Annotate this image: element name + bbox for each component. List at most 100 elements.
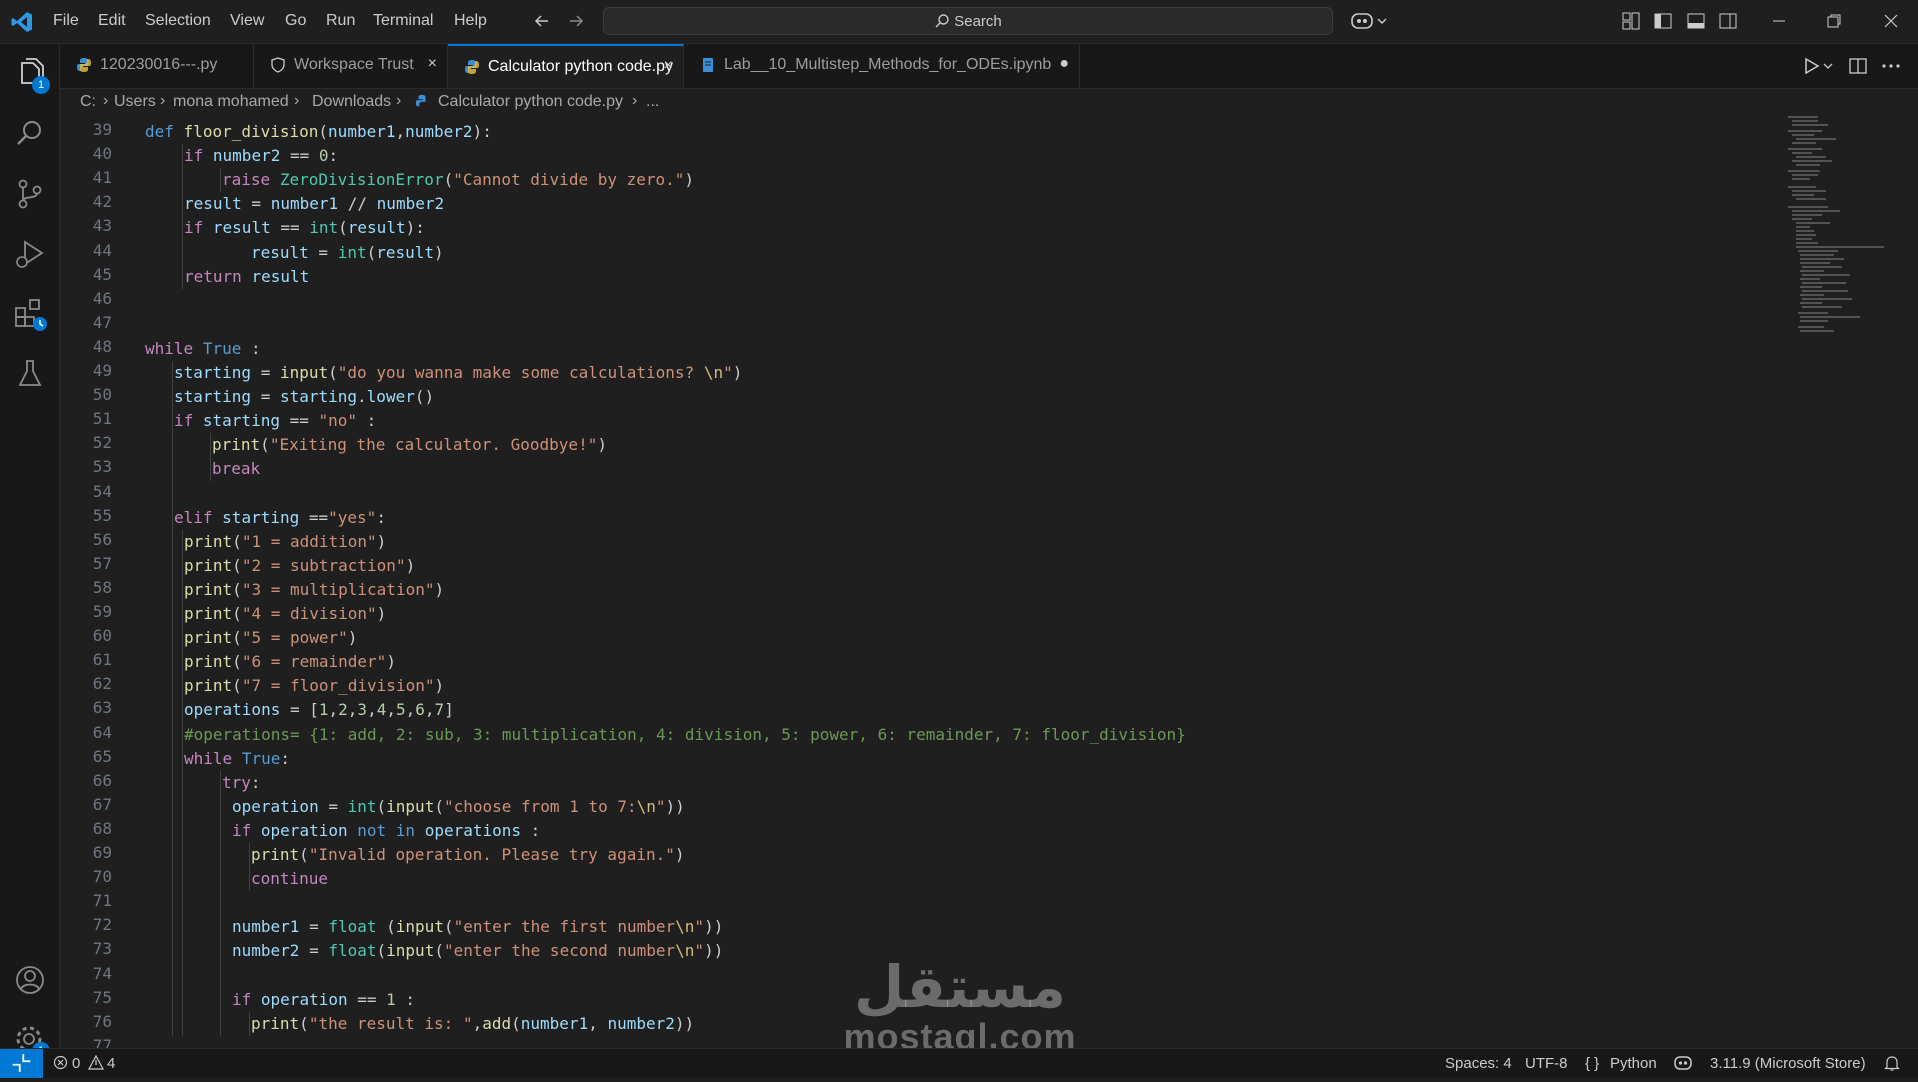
line-number: 56 (92, 530, 112, 549)
code-line[interactable]: result = int(result) (251, 241, 444, 265)
code-line[interactable]: #operations= {1: add, 2: sub, 3: multipl… (184, 723, 1186, 747)
code-line[interactable]: print("2 = subtraction") (184, 554, 415, 578)
code-line[interactable]: if operation not in operations : (232, 819, 540, 843)
copilot-icon[interactable] (1350, 10, 1390, 32)
breadcrumb-users[interactable]: Users (114, 93, 156, 111)
notebook-icon (700, 57, 716, 73)
code-line[interactable]: elif starting =="yes": (174, 506, 386, 530)
menu-view[interactable]: View (230, 12, 264, 30)
minimap[interactable] (1788, 116, 1906, 336)
code-line[interactable]: print("6 = remainder") (184, 650, 396, 674)
line-number: 68 (92, 819, 112, 838)
warnings-count[interactable]: 4 (107, 1055, 115, 1072)
run-debug-icon[interactable] (12, 236, 48, 272)
code-line[interactable]: while True: (184, 747, 290, 771)
code-line[interactable]: print("3 = multiplication") (184, 578, 444, 602)
breadcrumb-file[interactable]: Calculator python code.py (438, 93, 623, 111)
toggle-panel-icon[interactable] (1687, 12, 1705, 30)
restore-icon[interactable] (1825, 12, 1843, 30)
indent-guide (220, 168, 221, 192)
code-line[interactable]: while True : (145, 337, 261, 361)
tab-workspace-trust[interactable]: Workspace Trust × (254, 44, 448, 88)
tab-label: Workspace Trust (294, 56, 414, 73)
more-actions-icon[interactable] (1880, 56, 1902, 76)
code-line[interactable]: print("Invalid operation. Please try aga… (251, 843, 685, 867)
testing-icon[interactable] (12, 356, 48, 392)
errors-icon (53, 1055, 68, 1074)
code-line[interactable]: operations = [1,2,3,4,5,6,7] (184, 698, 454, 722)
code-line[interactable]: def floor_division(number1,number2): (145, 120, 492, 144)
python-interpreter[interactable]: 3.11.9 (Microsoft Store) (1710, 1055, 1866, 1072)
tab-120230016[interactable]: 120230016---.py (60, 44, 254, 88)
menu-help[interactable]: Help (454, 12, 487, 30)
code-line[interactable]: print("7 = floor_division") (184, 674, 444, 698)
search-view-icon[interactable] (12, 116, 48, 152)
forward-arrow-icon[interactable] (566, 11, 586, 31)
code-line[interactable]: try: (222, 771, 261, 795)
breadcrumb-user-folder[interactable]: mona mohamed (173, 93, 289, 111)
code-line[interactable]: operation = int(input("choose from 1 to … (232, 795, 685, 819)
breadcrumb-symbols[interactable]: ... (646, 93, 659, 111)
accounts-icon[interactable] (12, 962, 48, 998)
activity-bar: 1 1 (0, 44, 60, 1060)
copilot-status-icon[interactable] (1673, 1054, 1693, 1076)
indentation-status[interactable]: Spaces: 4 (1445, 1055, 1512, 1072)
code-line[interactable]: if result == int(result): (184, 216, 425, 240)
code-line[interactable]: if operation == 1 : (232, 988, 415, 1012)
tab-lab10-notebook[interactable]: Lab__10_Multistep_Methods_for_ODEs.ipynb… (684, 44, 1080, 88)
code-line[interactable]: if starting == "no" : (174, 409, 376, 433)
code-line[interactable]: starting = input("do you wanna make some… (174, 361, 742, 385)
close-tab-icon[interactable]: × (428, 55, 437, 73)
breadcrumb-downloads[interactable]: Downloads (312, 93, 391, 111)
minimize-icon[interactable] (1770, 12, 1788, 30)
menu-terminal[interactable]: Terminal (373, 12, 433, 30)
close-tab-icon[interactable]: × (664, 57, 673, 75)
language-mode[interactable]: Python (1610, 1055, 1657, 1072)
toggle-secondary-sidebar-icon[interactable] (1719, 12, 1737, 30)
source-control-icon[interactable] (12, 176, 48, 212)
code-line[interactable]: result = number1 // number2 (184, 192, 444, 216)
remote-indicator[interactable] (0, 1049, 43, 1078)
errors-count[interactable]: 0 (72, 1055, 80, 1072)
split-editor-icon[interactable] (1848, 56, 1868, 76)
breadcrumb-drive[interactable]: C: (80, 93, 96, 111)
code-line[interactable]: print("Exiting the calculator. Goodbye!"… (212, 433, 607, 457)
back-arrow-icon[interactable] (532, 11, 552, 31)
code-editor[interactable]: def floor_division(number1,number2): if n… (145, 120, 1765, 1050)
line-number: 58 (92, 578, 112, 597)
code-line[interactable]: print("1 = addition") (184, 530, 386, 554)
code-line[interactable]: print("4 = division") (184, 602, 386, 626)
code-line[interactable]: number1 = float (input("enter the first … (232, 915, 723, 939)
code-line[interactable]: number2 = float(input("enter the second … (232, 939, 723, 963)
code-line[interactable]: continue (251, 867, 328, 891)
indent-guide (172, 361, 173, 1036)
code-line[interactable]: print("5 = power") (184, 626, 357, 650)
menu-run[interactable]: Run (326, 12, 355, 30)
code-line[interactable]: break (212, 457, 260, 481)
customize-layout-icon[interactable] (1622, 12, 1640, 30)
close-window-icon[interactable] (1882, 12, 1900, 30)
encoding-status[interactable]: UTF-8 (1525, 1055, 1568, 1072)
code-line[interactable]: raise ZeroDivisionError("Cannot divide b… (222, 168, 694, 192)
explorer-icon[interactable]: 1 (12, 56, 50, 94)
indent-guide (182, 530, 183, 1036)
extensions-icon[interactable] (12, 296, 48, 332)
command-center-search[interactable]: Search (603, 7, 1333, 35)
menu-edit[interactable]: Edit (98, 12, 126, 30)
code-line[interactable]: if number2 == 0: (184, 144, 338, 168)
toggle-primary-sidebar-icon[interactable] (1654, 12, 1672, 30)
unsaved-dot-icon[interactable]: ● (1059, 55, 1069, 73)
menu-selection[interactable]: Selection (145, 12, 211, 30)
run-python-file-icon[interactable] (1803, 56, 1835, 76)
line-number: 75 (92, 988, 112, 1007)
notifications-bell-icon[interactable] (1884, 1054, 1900, 1076)
title-bar: File Edit Selection View Go Run Terminal… (0, 0, 1918, 44)
menu-file[interactable]: File (53, 12, 79, 30)
tab-calculator-python-code[interactable]: Calculator python code.py × (448, 44, 684, 88)
line-number: 41 (92, 168, 112, 187)
code-line[interactable]: starting = starting.lower() (174, 385, 434, 409)
chevron-right-icon: › (160, 92, 166, 109)
code-line[interactable]: print("the result is: ",add(number1, num… (251, 1012, 694, 1036)
code-line[interactable]: return result (184, 265, 309, 289)
menu-go[interactable]: Go (285, 12, 306, 30)
